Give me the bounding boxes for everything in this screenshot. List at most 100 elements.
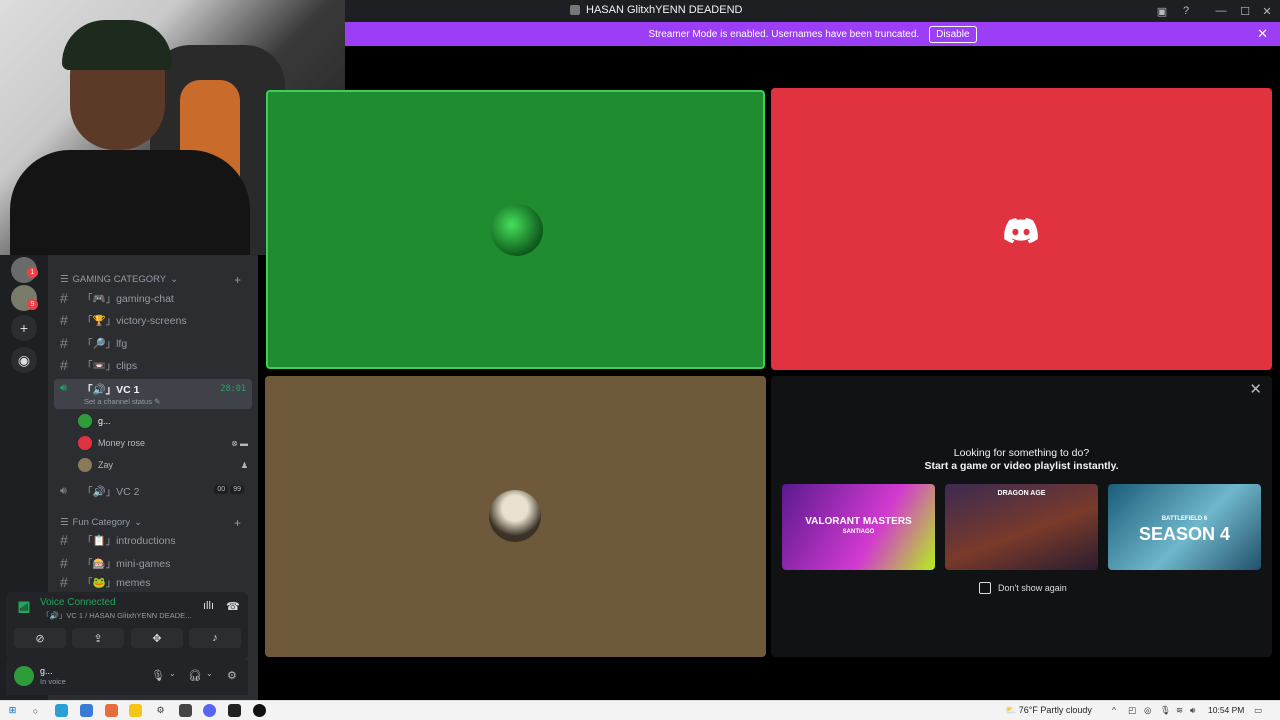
add-channel-icon[interactable]: + — [234, 516, 241, 530]
category-fun[interactable]: ☰ Fun Category ⌄ + — [60, 516, 241, 530]
channel-memes[interactable]: # 「🐸」memes — [54, 575, 252, 589]
webcam-person-hat — [62, 20, 172, 70]
participant-tile[interactable] — [265, 376, 766, 657]
voice-connected-label[interactable]: Voice Connected — [40, 597, 116, 608]
dont-show-again-checkbox[interactable]: Don't show again — [979, 582, 1067, 594]
checkbox[interactable] — [979, 582, 991, 594]
disconnect-icon[interactable]: ☎ — [226, 600, 240, 613]
pencil-icon: ✎ — [154, 397, 161, 406]
channel-lfg[interactable]: # 「🔎」lfg — [54, 333, 252, 353]
add-server-icon[interactable]: + — [11, 315, 37, 341]
participant-tile[interactable] — [771, 88, 1272, 370]
wifi-icon[interactable]: ≋ — [1176, 705, 1183, 716]
settings-icon[interactable]: ⚙ — [154, 704, 167, 717]
disable-streamer-button[interactable]: Disable — [929, 25, 977, 43]
chevron-down-icon[interactable]: ⌄ — [206, 669, 213, 678]
username: g... — [40, 666, 53, 676]
microphone-icon[interactable]: 🎙︎ — [1160, 705, 1171, 716]
chevron-up-icon[interactable]: ^ — [1112, 705, 1116, 715]
chevron-down-icon[interactable]: ⌄ — [169, 669, 176, 678]
channel-introductions[interactable]: # 「📋」introductions — [54, 530, 252, 550]
avatar — [78, 414, 92, 428]
channel-label: 「📋」introductions — [82, 534, 176, 547]
app-icon[interactable] — [253, 704, 266, 717]
channel-label: 「🔊」VC 1 — [82, 384, 140, 396]
minimize-button[interactable]: — — [1213, 3, 1229, 19]
headphones-icon[interactable]: 🎧︎ — [188, 669, 202, 682]
voice-member[interactable]: Money rose ⊗ ▬ — [78, 436, 248, 450]
app-icon[interactable] — [80, 704, 93, 717]
menu-icon: ☰ — [60, 517, 69, 528]
volume-icon[interactable]: 🔊︎ — [1190, 705, 1195, 716]
call-timer: 28:01 — [220, 384, 246, 394]
user-status: In voice — [40, 677, 66, 686]
avatar[interactable] — [14, 666, 34, 686]
add-channel-icon[interactable]: + — [234, 273, 241, 287]
weather-text: Partly cloudy — [1040, 705, 1092, 715]
camera-off-button[interactable]: ⊘ — [14, 628, 66, 648]
signal-icon[interactable]: 📶︎ — [17, 601, 31, 614]
voice-channel-vc2[interactable]: 🔊︎ 「🔊」VC 2 00 99 — [54, 481, 252, 501]
close-icon[interactable]: ✕ — [1249, 380, 1262, 398]
voice-member[interactable]: Zay ♟ — [78, 458, 248, 472]
soundboard-button[interactable]: ♪ — [189, 628, 241, 648]
channel-clips[interactable]: # 「📼」clips — [54, 355, 252, 375]
temperature: 76°F — [1018, 705, 1038, 715]
tray-icon[interactable]: ◎ — [1144, 705, 1151, 716]
edge-icon[interactable] — [55, 704, 68, 717]
app-icon[interactable] — [105, 704, 118, 717]
hash-icon: # — [60, 290, 68, 306]
category-label: Fun Category — [72, 517, 131, 528]
noise-suppression-icon[interactable]: ıllı — [203, 600, 214, 612]
tray-icon[interactable]: ◰ — [1128, 705, 1136, 716]
activities-button[interactable]: ✥ — [131, 628, 183, 648]
close-icon[interactable]: ✕ — [1257, 26, 1268, 42]
discover-icon[interactable]: ◉ — [11, 347, 37, 373]
speaker-icon: 🔊︎ — [60, 382, 67, 394]
app-icon[interactable] — [228, 704, 241, 717]
hash-icon: # — [60, 532, 68, 548]
app-icon[interactable] — [179, 704, 192, 717]
hash-icon: # — [60, 575, 68, 589]
discord-taskbar-icon[interactable] — [203, 704, 216, 717]
channel-gaming-chat[interactable]: # 「🎮」gaming-chat — [54, 288, 252, 308]
file-explorer-icon[interactable] — [129, 704, 142, 717]
category-gaming[interactable]: ☰ GAMING CATEGORY ⌄ + — [60, 273, 241, 287]
weather-widget[interactable]: ⛅ 76°F Partly cloudy — [1005, 705, 1092, 716]
taskbar: ⊞ ○ ⚙ ⛅ 76°F Partly cloudy ^ ◰ ◎ 🎙︎ ≋ 🔊︎… — [0, 700, 1280, 720]
voice-panel: 📶︎ Voice Connected 「🔊」VC 1 / HASAN Glitx… — [6, 592, 248, 660]
hash-icon: # — [60, 357, 68, 373]
game-card-valorant[interactable]: VALORANT MASTERS SANTIAGO — [782, 484, 935, 570]
channel-label: 「📼」clips — [82, 359, 138, 372]
checkbox-label: Don't show again — [998, 583, 1067, 593]
microphone-icon[interactable]: 🎙︎ — [151, 669, 165, 682]
notification-icon[interactable]: ▭ — [1254, 705, 1262, 716]
user-panel: g... In voice 🎙︎ ⌄ 🎧︎ ⌄ ⚙ — [6, 660, 248, 695]
clock[interactable]: 10:54 PM — [1208, 705, 1244, 715]
game-card-battlefield[interactable]: BATTLEFIELD 6 SEASON 4 — [1108, 484, 1261, 570]
window-title: HASAN GlitxhYENN DEADEND — [570, 4, 742, 16]
channel-victory-screens[interactable]: # 「🏆」victory-screens — [54, 310, 252, 330]
windows-start-icon[interactable]: ⊞ — [6, 704, 19, 717]
xbox-icon: ⊗ ▬ — [231, 438, 248, 448]
gear-icon[interactable]: ⚙ — [227, 669, 237, 682]
close-window-button[interactable]: ✕ — [1259, 3, 1275, 19]
voice-channel-path[interactable]: 「🔊」VC 1 / HASAN GlitxhYENN DEADE... — [42, 610, 191, 621]
member-name: Money rose — [98, 438, 146, 448]
discord-logo-icon — [1004, 218, 1038, 244]
channel-mini-games[interactable]: # 「🎰」mini-games — [54, 553, 252, 573]
inbox-icon[interactable]: ▣ — [1154, 3, 1170, 19]
maximize-button[interactable]: ☐ — [1237, 3, 1253, 19]
help-icon[interactable]: ? — [1178, 3, 1194, 19]
participant-tile-speaking[interactable] — [266, 90, 765, 369]
channel-status[interactable]: Set a channel status ✎ — [84, 397, 160, 406]
channel-label: 「🏆」victory-screens — [82, 314, 187, 327]
screen-share-button[interactable]: ⇪ — [72, 628, 124, 648]
game-card-dragon-age[interactable]: DRAGON AGE — [945, 484, 1098, 570]
channel-label: 「🐸」memes — [82, 576, 151, 589]
voice-channel-vc1[interactable]: 🔊︎ 「🔊」VC 1 28:01 Set a channel status ✎ — [54, 379, 252, 409]
avatar — [491, 204, 543, 256]
search-icon[interactable]: ○ — [29, 704, 42, 717]
voice-member[interactable]: g... — [78, 414, 248, 428]
game-title: DRAGON AGE — [997, 490, 1046, 497]
